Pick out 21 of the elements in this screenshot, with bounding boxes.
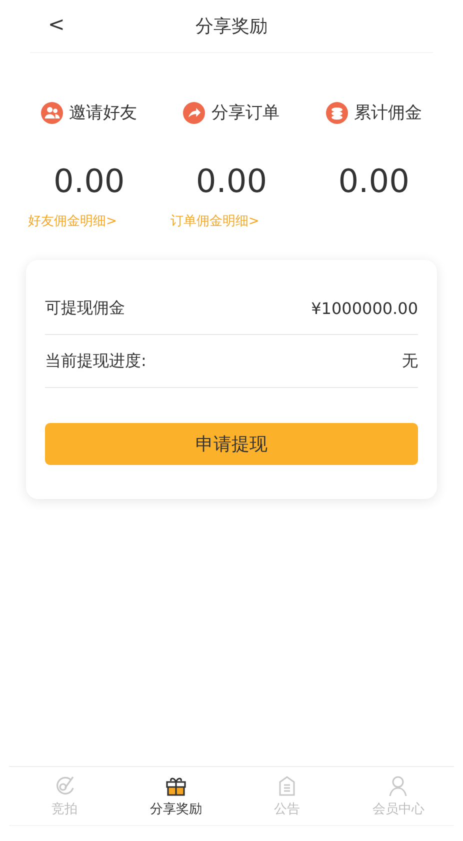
page-title: 分享奖励 [196, 15, 268, 38]
stat-label: 累计佣金 [354, 102, 422, 124]
stat-value: 0.00 [338, 162, 410, 200]
stat-label: 邀请好友 [69, 102, 138, 124]
row-label: 可提现佣金 [45, 298, 125, 318]
stat-value: 0.00 [54, 162, 125, 200]
row-value: ¥1000000.00 [311, 298, 418, 318]
tab-item[interactable]: 公告 [232, 767, 343, 825]
detail-link[interactable]: 好友佣金明细> [28, 214, 117, 229]
tab-item[interactable]: 分享奖励 [120, 767, 232, 825]
stat-value: 0.00 [196, 162, 268, 200]
tab-item[interactable]: 竞拍 [9, 767, 120, 825]
withdraw-button[interactable]: 申请提现 [45, 423, 418, 465]
coins-icon [326, 102, 348, 124]
row-label: 当前提现进度: [45, 350, 146, 372]
back-button[interactable]: < [48, 12, 65, 36]
tab-item[interactable]: 会员中心 [342, 767, 454, 825]
detail-link[interactable]: 订单佣金明细> [170, 214, 260, 229]
stat-label: 分享订单 [211, 102, 280, 124]
row-value: 无 [402, 350, 418, 372]
people-icon [41, 102, 64, 124]
